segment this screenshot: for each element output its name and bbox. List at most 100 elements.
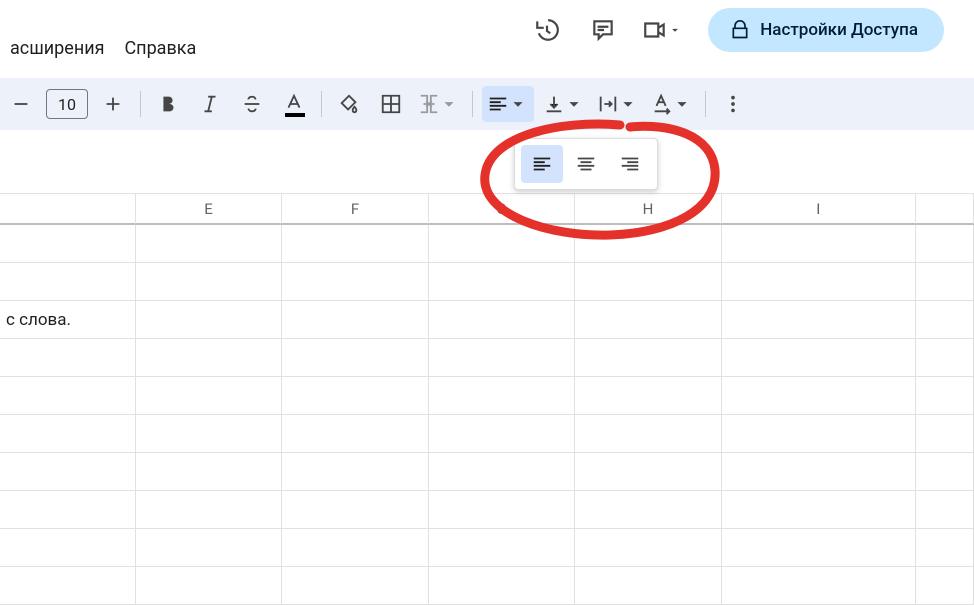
cell[interactable] (575, 225, 721, 263)
cell[interactable] (429, 339, 575, 377)
italic-button[interactable] (192, 86, 228, 122)
align-right-option[interactable] (609, 145, 651, 183)
cell[interactable] (575, 415, 721, 453)
align-center-option[interactable] (565, 145, 607, 183)
cell[interactable] (916, 377, 974, 415)
column-header[interactable]: G (429, 193, 575, 225)
text-color-button[interactable] (276, 86, 312, 122)
column-header[interactable]: I (722, 193, 916, 225)
column-header[interactable] (916, 193, 974, 225)
cell[interactable] (722, 529, 916, 567)
cell[interactable] (722, 415, 916, 453)
cell[interactable] (429, 529, 575, 567)
cell[interactable] (136, 491, 282, 529)
cell[interactable] (916, 339, 974, 377)
comments-button[interactable] (580, 7, 626, 53)
cell[interactable] (282, 339, 428, 377)
cell[interactable] (429, 491, 575, 529)
cell[interactable] (722, 225, 916, 263)
fill-color-button[interactable] (331, 86, 367, 122)
cell[interactable] (0, 453, 136, 491)
cell[interactable] (136, 567, 282, 605)
column-header[interactable]: H (575, 193, 721, 225)
cell[interactable] (282, 453, 428, 491)
cell[interactable] (282, 415, 428, 453)
column-header[interactable]: E (136, 193, 282, 225)
cell[interactable] (916, 529, 974, 567)
cell[interactable] (136, 301, 282, 339)
cell[interactable] (575, 377, 721, 415)
cell[interactable] (429, 301, 575, 339)
cell[interactable] (0, 529, 136, 567)
column-header[interactable] (0, 193, 136, 225)
cell[interactable] (916, 263, 974, 301)
cell[interactable] (282, 301, 428, 339)
cell[interactable] (722, 263, 916, 301)
horizontal-align-button[interactable] (482, 86, 534, 122)
bold-button[interactable] (150, 86, 186, 122)
cell[interactable] (722, 339, 916, 377)
cell[interactable] (282, 491, 428, 529)
cell[interactable] (575, 339, 721, 377)
cell[interactable]: с слова. (0, 301, 136, 339)
text-rotation-button[interactable] (648, 86, 696, 122)
cell[interactable] (136, 339, 282, 377)
cell[interactable] (575, 301, 721, 339)
cell[interactable] (916, 491, 974, 529)
more-options-button[interactable] (715, 86, 751, 122)
cell[interactable] (282, 377, 428, 415)
cell[interactable] (0, 567, 136, 605)
cell[interactable] (722, 567, 916, 605)
cell[interactable] (282, 567, 428, 605)
cell[interactable] (722, 377, 916, 415)
cell[interactable] (282, 529, 428, 567)
cell[interactable] (0, 263, 136, 301)
column-header[interactable]: F (282, 193, 428, 225)
cell[interactable] (916, 225, 974, 263)
cell[interactable] (282, 263, 428, 301)
menu-help[interactable]: Справка (114, 34, 206, 63)
menu-extensions[interactable]: асширения (0, 34, 114, 63)
vertical-align-button[interactable] (540, 86, 588, 122)
align-left-option[interactable] (521, 145, 563, 183)
cell[interactable] (429, 225, 575, 263)
cell[interactable] (575, 491, 721, 529)
cell[interactable] (429, 415, 575, 453)
cell[interactable] (136, 529, 282, 567)
cell[interactable] (575, 263, 721, 301)
cell[interactable] (575, 567, 721, 605)
cell[interactable] (916, 301, 974, 339)
cell[interactable] (916, 415, 974, 453)
cell[interactable] (722, 301, 916, 339)
cell[interactable] (575, 529, 721, 567)
cell[interactable] (136, 415, 282, 453)
cell[interactable] (575, 453, 721, 491)
cell[interactable] (0, 377, 136, 415)
cell[interactable] (722, 453, 916, 491)
strikethrough-button[interactable] (234, 86, 270, 122)
cell[interactable] (916, 567, 974, 605)
cell[interactable] (0, 415, 136, 453)
text-wrap-button[interactable] (594, 86, 642, 122)
cell[interactable] (722, 491, 916, 529)
cell[interactable] (136, 263, 282, 301)
cell[interactable] (136, 377, 282, 415)
font-size-input[interactable]: 10 (46, 89, 88, 119)
meet-button[interactable] (636, 17, 688, 43)
cell[interactable] (429, 567, 575, 605)
cell[interactable] (429, 263, 575, 301)
font-size-increase-button[interactable] (95, 86, 131, 122)
cell[interactable] (0, 339, 136, 377)
cell[interactable] (429, 453, 575, 491)
cell[interactable] (136, 453, 282, 491)
cell[interactable] (0, 225, 136, 263)
font-size-decrease-button[interactable] (3, 86, 39, 122)
cell[interactable] (0, 491, 136, 529)
history-button[interactable] (524, 7, 570, 53)
cell[interactable] (429, 377, 575, 415)
borders-button[interactable] (373, 86, 409, 122)
cell[interactable] (136, 225, 282, 263)
share-button[interactable]: Настройки Доступа (708, 8, 944, 52)
merge-cells-button[interactable] (415, 86, 463, 122)
cell[interactable] (282, 225, 428, 263)
